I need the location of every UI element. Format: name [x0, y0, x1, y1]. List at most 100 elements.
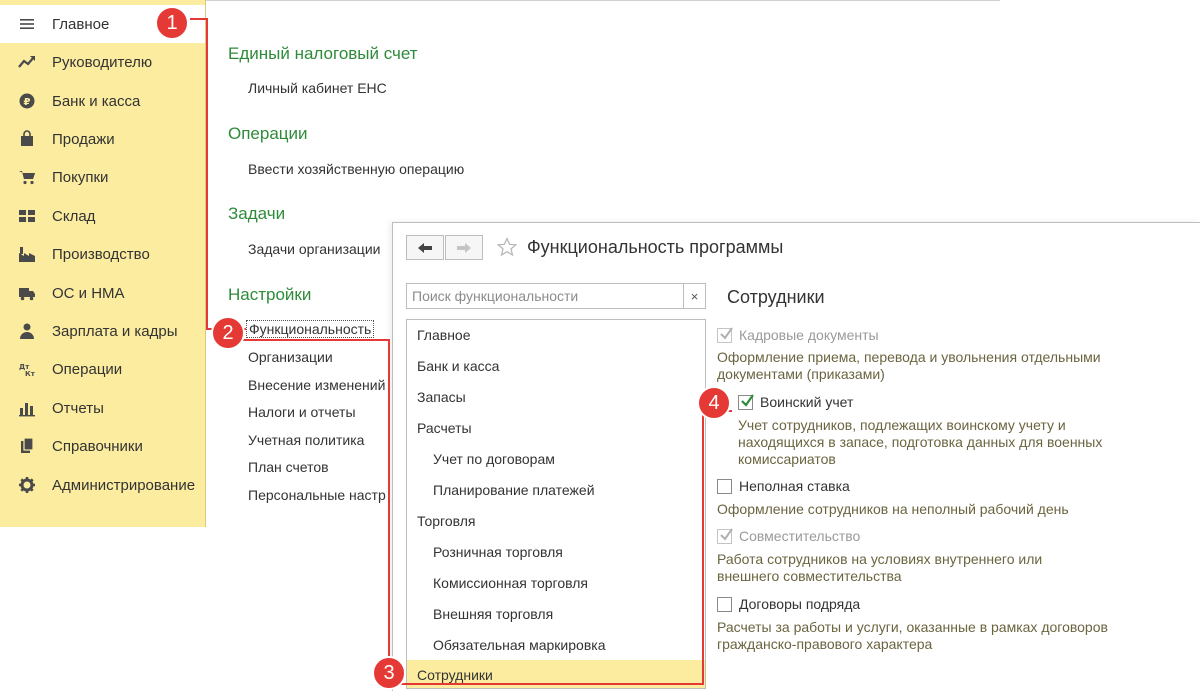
- tree-item-settlements[interactable]: Расчеты: [407, 413, 705, 442]
- tree-item-bank[interactable]: Банк и касса: [407, 351, 705, 380]
- sidebar-item-label: Продажи: [52, 130, 115, 148]
- top-divider: [205, 0, 1000, 1]
- sidebar-item-salary[interactable]: Зарплата и кадры: [0, 312, 205, 350]
- sidebar-item-purchases[interactable]: Покупки: [0, 158, 205, 196]
- option-description: Учет сотрудников, подлежащих воинскому у…: [738, 417, 1103, 467]
- sidebar-item-manager[interactable]: Руководителю: [0, 43, 205, 81]
- tree-item-marking[interactable]: Обязательная маркировка: [407, 630, 705, 659]
- trend-chart-icon: [0, 53, 52, 71]
- tree-item-retail[interactable]: Розничная торговля: [407, 537, 705, 566]
- arrow-right-icon: [457, 242, 471, 253]
- link-functionality[interactable]: Функциональность: [246, 320, 375, 338]
- sidebar-item-warehouse[interactable]: Склад: [0, 197, 205, 235]
- person-icon: [0, 322, 52, 340]
- checkbox-part-time[interactable]: [717, 478, 732, 494]
- option-combination[interactable]: Совместительство: [717, 527, 861, 544]
- sidebar-item-label: Производство: [52, 245, 150, 263]
- menu-icon: [0, 15, 52, 33]
- option-description: Оформление приема, перевода и увольнения…: [717, 349, 1101, 382]
- link-accounting-policy[interactable]: Учетная политика: [248, 433, 390, 461]
- section-title-employees: Сотрудники: [727, 287, 825, 307]
- sidebar-item-label: Склад: [52, 207, 96, 225]
- checkbox-contracts[interactable]: [717, 596, 732, 612]
- svg-text:Кт: Кт: [25, 370, 36, 378]
- sidebar-item-label: Справочники: [52, 437, 143, 455]
- dialog-title: Функциональность программы: [527, 237, 784, 257]
- tree-item-foreign-trade[interactable]: Внешняя торговля: [407, 599, 705, 628]
- sidebar-item-label: Главное: [52, 15, 110, 33]
- sidebar-item-production[interactable]: Производство: [0, 235, 205, 273]
- tree-item-payment-planning[interactable]: Планирование платежей: [407, 475, 705, 504]
- books-icon: [0, 437, 52, 455]
- option-label: Воинский учет: [760, 394, 854, 410]
- option-contracts[interactable]: Договоры подряда: [717, 596, 860, 612]
- sidebar-item-assets[interactable]: ОС и НМА: [0, 274, 205, 312]
- sidebar-item-label: Банк и касса: [52, 92, 141, 110]
- tree-item-commission[interactable]: Комиссионная торговля: [407, 568, 705, 597]
- link-changes[interactable]: Внесение изменений: [248, 378, 390, 406]
- search-input[interactable]: [407, 284, 683, 308]
- sidebar-item-references[interactable]: Справочники: [0, 427, 205, 465]
- checkmark-icon: [720, 326, 733, 340]
- tree-item-main[interactable]: Главное: [407, 320, 705, 349]
- sidebar-item-operations[interactable]: Дт Кт Операции: [0, 350, 205, 388]
- back-button[interactable]: [406, 235, 444, 260]
- option-label: Совместительство: [739, 528, 861, 544]
- annotation-line: [206, 18, 208, 330]
- checkbox-hr-documents[interactable]: [717, 326, 733, 343]
- option-description: Оформление сотрудников на неполный рабоч…: [717, 501, 1069, 517]
- link-taxes-reports[interactable]: Налоги и отчеты: [248, 405, 390, 433]
- svg-text:₽: ₽: [24, 97, 31, 108]
- checkmark-icon: [720, 527, 733, 541]
- sidebar-item-bank[interactable]: ₽ Банк и касса: [0, 82, 205, 120]
- sidebar-item-label: Отчеты: [52, 399, 104, 417]
- gear-icon: [0, 476, 52, 494]
- section-title-operations: Операции: [228, 124, 308, 143]
- sidebar-item-label: Операции: [52, 360, 123, 378]
- link-ens-cabinet[interactable]: Личный кабинет ЕНС: [248, 80, 387, 96]
- link-org-tasks[interactable]: Задачи организации: [248, 241, 380, 257]
- star-icon[interactable]: [497, 237, 517, 257]
- link-organizations[interactable]: Организации: [248, 350, 390, 378]
- functionality-dialog: Функциональность программы × Главное Бан…: [392, 222, 1200, 691]
- factory-icon: [0, 245, 52, 263]
- sidebar-item-reports[interactable]: Отчеты: [0, 389, 205, 427]
- sidebar-item-label: Зарплата и кадры: [52, 322, 178, 340]
- annotation-line: [702, 410, 704, 685]
- sidebar-item-label: Покупки: [52, 168, 109, 186]
- annotation-line: [388, 339, 390, 684]
- clear-search-button[interactable]: ×: [683, 284, 705, 308]
- section-title-tasks: Задачи: [228, 204, 286, 223]
- option-label: Неполная ставка: [739, 478, 850, 494]
- sidebar: Главное Руководителю ₽ Банк и касса Прод…: [0, 0, 206, 527]
- sidebar-item-label: Руководителю: [52, 53, 153, 71]
- ruble-coin-icon: ₽: [0, 92, 52, 110]
- checkmark-icon: [741, 393, 754, 407]
- option-part-time[interactable]: Неполная ставка: [717, 478, 850, 494]
- option-label: Договоры подряда: [739, 596, 861, 612]
- warehouse-grid-icon: [0, 207, 52, 225]
- checkbox-combination[interactable]: [717, 527, 733, 544]
- option-hr-documents[interactable]: Кадровые документы: [717, 326, 879, 343]
- sidebar-item-admin[interactable]: Администрирование: [0, 466, 205, 504]
- arrow-left-icon: [418, 242, 432, 253]
- shopping-bag-icon: [0, 130, 52, 148]
- tree-item-contracts[interactable]: Учет по договорам: [407, 444, 705, 473]
- annotation-badge-1: 1: [155, 6, 189, 40]
- annotation-badge-3: 3: [372, 656, 406, 690]
- annotation-line: [232, 339, 390, 341]
- link-chart-of-accounts[interactable]: План счетов: [248, 460, 390, 488]
- sidebar-item-sales[interactable]: Продажи: [0, 120, 205, 158]
- debit-credit-icon: Дт Кт: [0, 360, 52, 378]
- annotation-line: [388, 683, 704, 685]
- sections-tree: Главное Банк и касса Запасы Расчеты Учет…: [406, 319, 706, 689]
- section-title-ens: Единый налоговый счет: [228, 44, 418, 63]
- checkbox-military-record[interactable]: [738, 393, 754, 410]
- link-personal-settings[interactable]: Персональные настр: [248, 488, 390, 516]
- tree-item-stock[interactable]: Запасы: [407, 382, 705, 411]
- option-military-record[interactable]: Воинский учет: [738, 393, 854, 410]
- truck-icon: [0, 284, 52, 302]
- tree-item-trade[interactable]: Торговля: [407, 506, 705, 535]
- link-enter-operation[interactable]: Ввести хозяйственную операцию: [248, 161, 464, 177]
- forward-button[interactable]: [445, 235, 483, 260]
